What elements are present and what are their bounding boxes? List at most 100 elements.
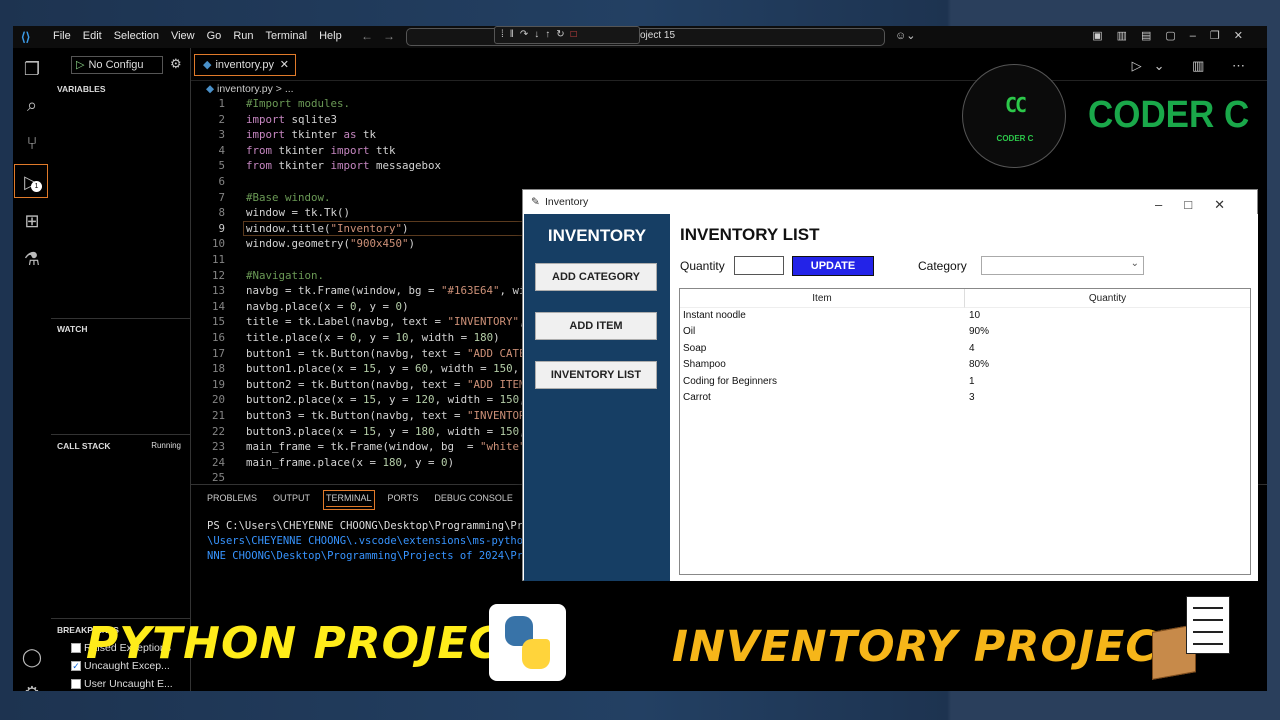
table-cell-quantity[interactable]: 90% xyxy=(969,326,989,337)
editor-action-icons[interactable]: ▷⌄ ▥ ⋯ xyxy=(1132,58,1257,74)
table-cell-item[interactable]: Carrot xyxy=(683,392,711,403)
code-line: button1.place(x = 15, y = 60, width = 15… xyxy=(246,362,532,376)
table-cell-quantity[interactable]: 1 xyxy=(969,376,975,387)
python-logo-icon xyxy=(489,604,566,681)
divider xyxy=(51,318,191,319)
column-header-quantity[interactable]: Quantity xyxy=(965,289,1250,308)
tab-ports[interactable]: PORTS xyxy=(388,493,419,507)
menu-bar: File Edit Selection View Go Run Terminal… xyxy=(47,30,348,42)
line-number: 23 xyxy=(211,440,225,454)
column-header-item[interactable]: Item xyxy=(680,289,965,308)
table-cell-quantity[interactable]: 3 xyxy=(969,392,975,403)
code-line: button2.place(x = 15, y = 120, width = 1… xyxy=(246,393,526,407)
line-number: 10 xyxy=(211,237,225,251)
line-number: 22 xyxy=(211,424,225,438)
terminal-output[interactable]: PS C:\Users\CHEYENNE CHOONG\Desktop\Prog… xyxy=(207,519,548,564)
line-number: 2 xyxy=(218,112,225,126)
stop-icon[interactable]: □ xyxy=(571,29,583,40)
inventory-list-button[interactable]: INVENTORY LIST xyxy=(535,361,657,389)
source-control-icon[interactable]: ⑂ xyxy=(13,126,51,160)
code-line: from tkinter import ttk xyxy=(246,143,396,157)
code-line: from tkinter import messagebox xyxy=(246,159,442,173)
menu-help[interactable]: Help xyxy=(313,30,348,42)
add-category-button[interactable]: ADD CATEGORY xyxy=(535,263,657,291)
logo-text: CODER C xyxy=(996,134,1034,143)
play-icon: ▷ xyxy=(76,59,85,71)
category-label: Category xyxy=(918,259,967,273)
menu-run[interactable]: Run xyxy=(227,30,259,42)
inventory-project-banner: INVENTORY PROJECT xyxy=(672,622,1189,672)
menu-go[interactable]: Go xyxy=(201,30,228,42)
table-cell-item[interactable]: Soap xyxy=(683,343,706,354)
tab-terminal[interactable]: TERMINAL xyxy=(323,490,375,510)
call-stack-header[interactable]: CALL STACK Running xyxy=(51,441,191,451)
copilot-icon[interactable]: ☺⌄ xyxy=(895,29,915,42)
python-project-banner: PYTHON PROJECT xyxy=(86,618,533,669)
update-button[interactable]: UPDATE xyxy=(792,256,874,276)
checkbox[interactable] xyxy=(71,643,81,654)
breakpoint-item[interactable]: User Uncaught E... xyxy=(71,678,173,690)
panel-tabs: PROBLEMS OUTPUT TERMINAL PORTS DEBUG CON… xyxy=(207,490,529,510)
inventory-box-icon xyxy=(1148,594,1232,684)
chevron-down-icon[interactable]: ⌄ xyxy=(1131,258,1139,269)
search-icon[interactable]: ⌕ xyxy=(13,88,51,122)
run-debug-icon[interactable]: ▷ 1 xyxy=(14,164,48,198)
line-number: 4 xyxy=(218,143,225,157)
menu-selection[interactable]: Selection xyxy=(108,30,165,42)
nav-arrows-icon[interactable]: ←→ xyxy=(361,29,405,43)
table-cell-quantity[interactable]: 10 xyxy=(969,310,980,321)
settings-gear-icon[interactable]: ⚙ xyxy=(13,676,51,691)
quantity-label: Quantity xyxy=(680,259,725,273)
table-cell-item[interactable]: Coding for Beginners xyxy=(683,376,777,387)
close-icon[interactable]: ✕ xyxy=(280,55,289,75)
table-cell-item[interactable]: Oil xyxy=(683,326,695,337)
line-number: 20 xyxy=(211,393,225,407)
command-center-text: oject 15 xyxy=(640,30,676,41)
run-config-select[interactable]: ▷ No Configu xyxy=(71,56,163,74)
app-nav: INVENTORY ADD CATEGORY ADD ITEM INVENTOR… xyxy=(524,214,670,581)
layout-icons[interactable]: ▣▥▤▢–❐✕ xyxy=(1092,29,1257,42)
menu-view[interactable]: View xyxy=(165,30,201,42)
python-file-icon: ◆ xyxy=(206,83,217,95)
watch-header[interactable]: WATCH xyxy=(51,324,191,334)
run-config-label: No Configu xyxy=(88,59,144,71)
menu-terminal[interactable]: Terminal xyxy=(260,30,314,42)
gear-icon[interactable]: ⚙ xyxy=(170,56,182,72)
code-line: #Base window. xyxy=(246,190,331,204)
terminal-line: PS C:\Users\CHEYENNE CHOONG\Desktop\Prog… xyxy=(207,520,549,532)
category-select[interactable]: ⌄ xyxy=(981,256,1144,275)
table-cell-item[interactable]: Shampoo xyxy=(683,359,726,370)
divider xyxy=(51,434,191,435)
quantity-input[interactable] xyxy=(734,256,784,275)
code-line: #Navigation. xyxy=(246,268,325,282)
call-stack-status: Running xyxy=(151,441,181,450)
line-number: 1 xyxy=(218,97,225,110)
line-number: 17 xyxy=(211,346,225,360)
table-cell-quantity[interactable]: 4 xyxy=(969,343,975,354)
tab-output[interactable]: OUTPUT xyxy=(273,493,310,507)
menu-edit[interactable]: Edit xyxy=(77,30,108,42)
variables-header[interactable]: VARIABLES xyxy=(51,84,191,94)
call-stack-label: CALL STACK xyxy=(57,441,111,451)
testing-icon[interactable]: ⚗ xyxy=(13,242,51,276)
account-icon[interactable]: ◯ xyxy=(13,640,51,674)
table-cell-item[interactable]: Instant noodle xyxy=(683,310,746,321)
tab-inventory-py[interactable]: ◆ inventory.py ✕ xyxy=(194,54,296,76)
tab-debug-console[interactable]: DEBUG CONSOLE xyxy=(434,493,513,507)
checkbox-checked[interactable]: ✓ xyxy=(71,661,81,672)
breadcrumb[interactable]: ◆ inventory.py > ... xyxy=(206,83,294,95)
table-cell-quantity[interactable]: 80% xyxy=(969,359,989,370)
add-item-button[interactable]: ADD ITEM xyxy=(535,312,657,340)
line-number: 13 xyxy=(211,284,225,298)
checkbox[interactable] xyxy=(71,679,81,690)
tab-problems[interactable]: PROBLEMS xyxy=(207,493,257,507)
extensions-icon[interactable]: ⊞ xyxy=(13,204,51,238)
inventory-table[interactable]: Item Quantity Instant noodle 10 Oil 90% Soap… xyxy=(679,288,1251,575)
menu-file[interactable]: File xyxy=(47,30,77,42)
debug-toolbar[interactable]: ⁞‖↷↓↑↻□ xyxy=(494,26,640,44)
explorer-icon[interactable]: ❐ xyxy=(13,52,51,86)
page-title: INVENTORY LIST xyxy=(680,225,820,244)
line-number: 16 xyxy=(211,331,225,344)
title-bar: ⟨⟩ File Edit Selection View Go Run Termi… xyxy=(13,26,1267,48)
code-line: window = tk.Tk() xyxy=(246,206,351,220)
